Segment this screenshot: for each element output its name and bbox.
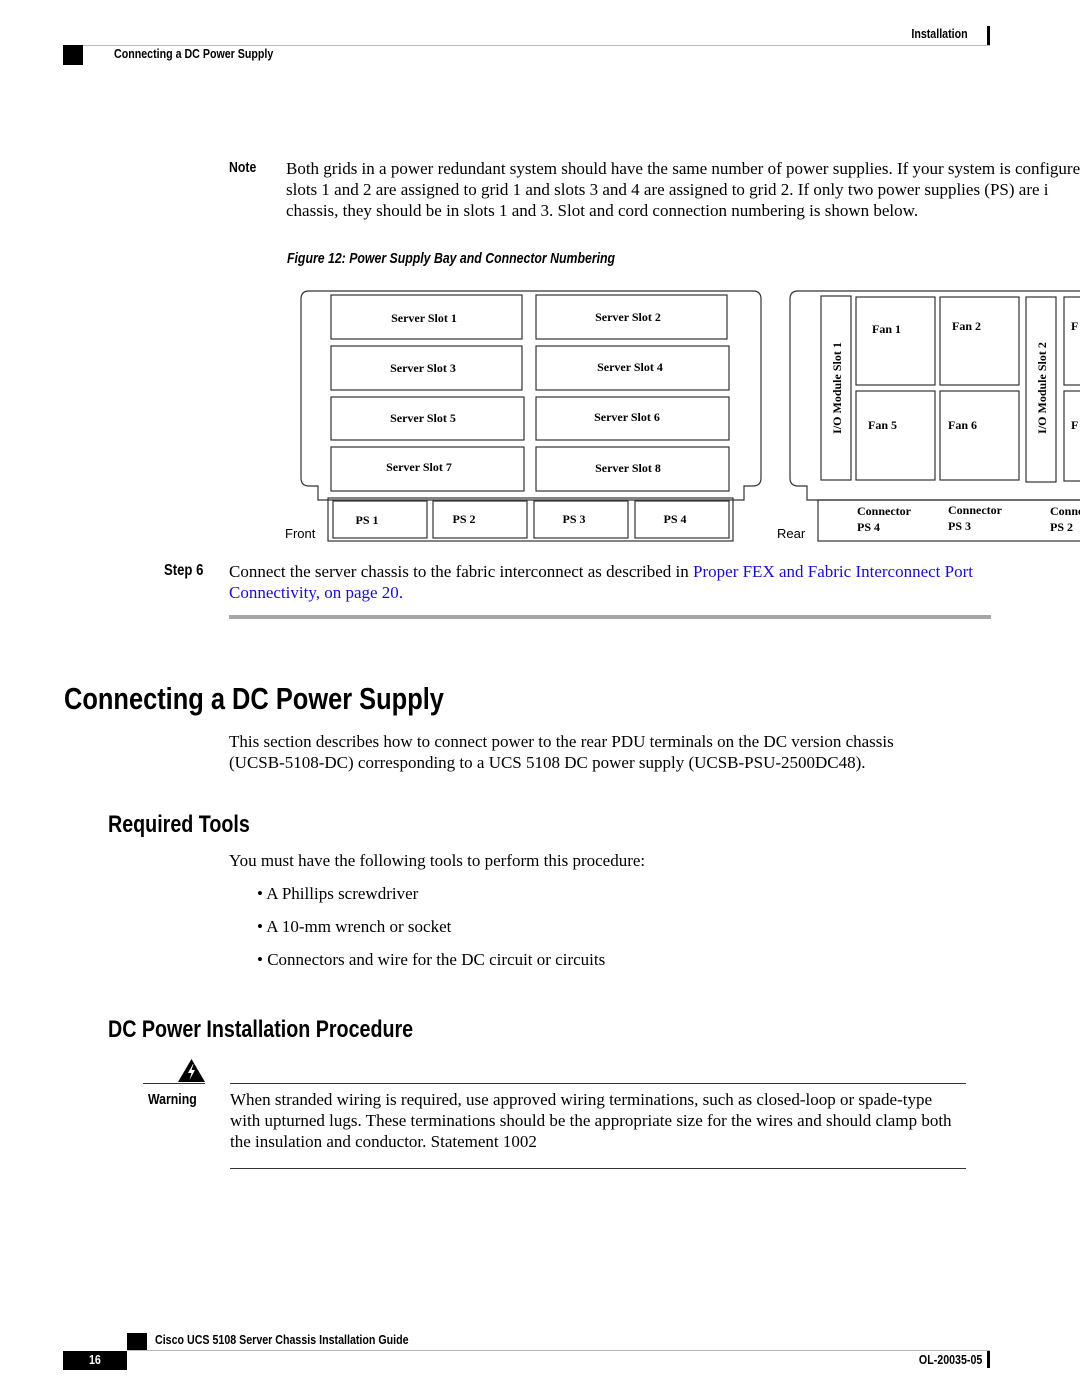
fan-1-box <box>855 296 936 386</box>
footer-marker <box>127 1333 147 1351</box>
warning-line: with upturned lugs. These terminations s… <box>230 1111 952 1130</box>
server-slot-label: Server Slot 6 <box>594 410 660 424</box>
tool-text: A 10-mm wrench or socket <box>266 917 452 936</box>
step-period: . <box>398 583 404 602</box>
server-slot-label: Server Slot 2 <box>595 310 661 324</box>
fan-5-box <box>855 390 936 481</box>
server-slot-label: Server Slot 5 <box>390 411 456 425</box>
required-tools-title: Required Tools <box>108 811 250 838</box>
intro-line: (UCSB-5108-DC) corresponding to a UCS 51… <box>229 753 866 772</box>
tool-text: Connectors and wire for the DC circuit o… <box>267 950 606 969</box>
step-label: Step 6 <box>164 562 204 579</box>
fex-connectivity-link[interactable]: Proper FEX and Fabric Interconnect Port <box>693 562 973 581</box>
fex-connectivity-link-cont[interactable]: Connectivity, on page 20 <box>229 583 399 602</box>
fan-3-box <box>1063 296 1080 386</box>
note-line: chassis, they should be in slots 1 and 3… <box>286 201 919 220</box>
fan-label: Fan 6 <box>948 418 977 432</box>
tool-list-item: • A 10-mm wrench or socket <box>257 917 452 936</box>
fan-7-box <box>1063 390 1080 482</box>
step-text: Connect the server chassis to the fabric… <box>229 562 694 581</box>
warning-top-rule <box>230 1083 966 1084</box>
connector-ps: PS 2 <box>1050 520 1073 534</box>
required-tools-intro: You must have the following tools to per… <box>229 851 646 870</box>
connector-ps: PS 3 <box>948 519 971 533</box>
ps-label: PS 2 <box>452 512 475 526</box>
fan-label: Fan 2 <box>952 319 981 333</box>
ps-2-box <box>432 500 528 539</box>
step-end-rule <box>229 615 991 619</box>
server-slot-label: Server Slot 7 <box>386 460 452 474</box>
fan-label: F <box>1071 319 1078 333</box>
io-module-label: I/O Module Slot 2 <box>1035 342 1049 434</box>
footer-rule <box>127 1350 990 1351</box>
tool-text: A Phillips screwdriver <box>266 884 419 903</box>
front-chassis-outline <box>300 290 762 501</box>
front-label: Front <box>285 526 316 541</box>
warning-bottom-rule <box>230 1168 966 1169</box>
note-line: Both grids in a power redundant system s… <box>286 159 1080 178</box>
tool-list-item: • Connectors and wire for the DC circuit… <box>257 950 606 969</box>
warning-triangle-icon <box>178 1059 205 1082</box>
fan-6-box <box>939 390 1020 481</box>
server-slot-label: Server Slot 3 <box>390 361 456 375</box>
fan-2-box <box>939 296 1020 386</box>
doc-id: OL-20035-05 <box>918 1352 982 1367</box>
power-supply-figure: Server Slot 1 Server Slot 2 Server Slot … <box>285 290 1080 542</box>
warning-icon-rule <box>143 1083 205 1084</box>
connector-label: Conne <box>1050 504 1080 518</box>
note-label: Note <box>229 159 257 176</box>
note-line: slots 1 and 2 are assigned to grid 1 and… <box>286 180 1049 199</box>
step-text-line: Connectivity, on page 20. <box>229 582 403 603</box>
server-slot-label: Server Slot 4 <box>597 360 663 374</box>
io-module-label: I/O Module Slot 1 <box>830 342 844 434</box>
procedure-title: DC Power Installation Procedure <box>108 1016 414 1043</box>
fan-label: Fan 5 <box>868 418 897 432</box>
connector-label: Connector <box>948 503 1003 517</box>
footer-bar <box>987 1351 990 1368</box>
header-section: Connecting a DC Power Supply <box>114 46 274 61</box>
ps-1-box <box>332 500 428 539</box>
ps-label: PS 4 <box>663 512 686 526</box>
tool-list-item: • A Phillips screwdriver <box>257 884 419 903</box>
header-chapter: Installation <box>911 26 968 41</box>
header-bar <box>987 26 990 45</box>
intro-line: This section describes how to connect po… <box>229 732 894 751</box>
step-text-line: Connect the server chassis to the fabric… <box>229 561 973 582</box>
page-number: 16 <box>89 1352 101 1367</box>
connector-label: Connector <box>857 504 912 518</box>
figure-caption: Figure 12: Power Supply Bay and Connecto… <box>287 250 616 267</box>
server-slot-label: Server Slot 8 <box>595 461 661 475</box>
ps-label: PS 3 <box>562 512 585 526</box>
rear-label: Rear <box>777 526 806 541</box>
section-title: Connecting a DC Power Supply <box>64 681 444 716</box>
server-slot-label: Server Slot 1 <box>391 311 457 325</box>
warning-line: the insulation and conductor. Statement … <box>230 1132 537 1151</box>
ps-label: PS 1 <box>355 513 378 527</box>
fan-label: F <box>1071 418 1078 432</box>
header-marker <box>63 45 83 65</box>
fan-label: Fan 1 <box>872 322 901 336</box>
warning-line: When stranded wiring is required, use ap… <box>230 1090 933 1109</box>
footer-guide-title: Cisco UCS 5108 Server Chassis Installati… <box>155 1332 409 1347</box>
warning-label: Warning <box>148 1091 197 1108</box>
connector-ps: PS 4 <box>857 520 880 534</box>
